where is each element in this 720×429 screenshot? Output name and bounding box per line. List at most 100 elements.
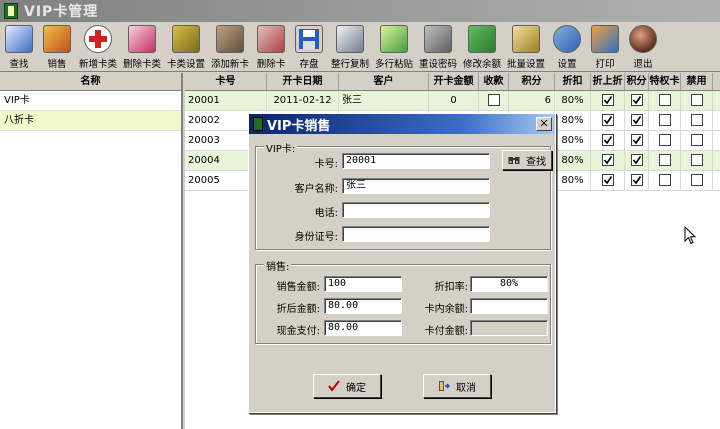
sale-amount-input[interactable]: 100 [324,276,402,292]
column-header[interactable]: 积分 [625,73,649,90]
checkbox-checked[interactable] [601,114,614,126]
toolbar-button-label: 重设密码 [418,59,457,70]
checkbox[interactable] [658,174,671,186]
cancel-button[interactable]: 取消 [423,374,491,398]
printer-chart-icon [591,25,619,53]
checkbox[interactable] [690,134,703,146]
checkbox-cell [649,91,681,110]
column-header[interactable]: 积分 [509,73,555,90]
toolbar-button[interactable]: 重设密码 [416,22,460,72]
card-balance-input[interactable] [470,298,548,314]
checkbox[interactable] [487,94,500,106]
check-icon [603,176,612,185]
cell-discount[interactable]: 80% [555,91,591,110]
discount-rate-label: 折扣率: [434,282,468,293]
cell-discount[interactable]: 80% [555,151,591,170]
cell-discount[interactable]: 80% [555,111,591,130]
app-icon [4,3,18,19]
toolbar-button[interactable]: 卡类设置 [164,22,208,72]
grid-header: 卡号 开卡日期 客户 开卡金额 收款 积分 折扣 折上折 积分 特权卡 禁用 [185,73,720,91]
toolbar-button[interactable]: 打印 [586,22,624,72]
discounted-amount-input[interactable]: 80.00 [324,298,402,314]
toolbar-button[interactable]: 批量设置 [504,22,548,72]
checkbox-checked[interactable] [601,154,614,166]
checkbox-cell [591,151,625,170]
cell-discount[interactable]: 80% [555,131,591,150]
column-header[interactable]: 特权卡 [649,73,681,90]
checkbox[interactable] [658,114,671,126]
checkbox[interactable] [690,94,703,106]
id-number-input[interactable] [342,226,490,242]
column-header[interactable]: 开卡金额 [429,73,479,90]
toolbar-button[interactable]: 新增卡类 [76,22,120,72]
checkbox-cell [625,111,649,130]
toolbar-button-label: 整行复制 [330,59,369,70]
checkbox[interactable] [690,174,703,186]
column-header[interactable]: 客户 [339,73,429,90]
checkbox[interactable] [658,154,671,166]
toolbar-button[interactable]: 销售 [38,22,76,72]
phone-input[interactable] [342,202,490,218]
customer-name-label: 客户名称: [294,184,338,195]
checkbox-cell [591,171,625,190]
toolbar-button[interactable]: 整行复制 [328,22,372,72]
column-header[interactable]: 开卡日期 [267,73,339,90]
column-header[interactable]: 收款 [479,73,509,90]
column-header[interactable]: 折上折 [591,73,625,90]
id-number-label: 身份证号: [294,232,338,243]
toolbar-button[interactable]: 删除卡类 [120,22,164,72]
cash-payment-input[interactable]: 80.00 [324,320,402,336]
binoculars-icon [508,154,520,166]
sale-group: 销售: 销售金额: 100 折扣率: 80% 折后金额: 80.00 卡内余额:… [255,258,551,344]
card-no-input[interactable]: 20001 [342,153,490,169]
card-no-label: 卡号: [314,159,338,170]
card-balance-label: 卡内余额: [424,304,468,315]
dialog-title: VIP卡销售 [267,118,331,134]
checkbox-checked[interactable] [630,114,643,126]
cell-card-no[interactable]: 20001 [185,91,267,110]
checkbox-checked[interactable] [601,174,614,186]
column-header[interactable]: 折扣 [555,73,591,90]
checkbox-checked[interactable] [630,134,643,146]
toolbar-button-label: 设置 [557,59,577,70]
toolbar-button[interactable]: 删除卡 [252,22,290,72]
card-type-item-selected[interactable]: 八折卡 [0,111,181,131]
toolbar-button[interactable]: 多行粘贴 [372,22,416,72]
discount-rate-input[interactable]: 80% [470,276,548,292]
check-icon [632,156,641,165]
cell-amount[interactable]: 0 [429,91,479,110]
checkbox[interactable] [658,134,671,146]
checkbox[interactable] [690,114,703,126]
column-header[interactable]: 禁用 [681,73,713,90]
cell-customer[interactable]: 张三 [339,91,429,110]
sale-group-title: 销售: [264,258,292,273]
checkbox-cell [625,151,649,170]
checkbox-checked[interactable] [601,94,614,106]
toolbar-button[interactable]: 添加新卡 [208,22,252,72]
table-row[interactable]: 20001 2011-02-12 张三 0 6 80% [185,91,720,111]
dialog-close-button[interactable]: ✕ [536,117,552,131]
people-icon [43,25,71,53]
find-button[interactable]: 查找 [502,150,552,170]
card-type-item[interactable]: VIP卡 [0,91,181,111]
cell-discount[interactable]: 80% [555,171,591,190]
ok-button[interactable]: 确定 [313,374,381,398]
add-card-icon [216,25,244,53]
customer-name-input[interactable]: 张三 [342,178,490,194]
toolbar-button[interactable]: 退出 [624,22,662,72]
checkbox-checked[interactable] [630,154,643,166]
checkbox-checked[interactable] [630,174,643,186]
checkbox[interactable] [690,154,703,166]
cell-date[interactable]: 2011-02-12 [267,91,339,110]
cell-points[interactable]: 6 [509,91,555,110]
checkbox-checked[interactable] [601,134,614,146]
toolbar-button[interactable]: 修改余额 [460,22,504,72]
toolbar-button[interactable]: 存盘 [290,22,328,72]
checkbox-checked[interactable] [630,94,643,106]
toolbar-button[interactable]: 设置 [548,22,586,72]
checkbox[interactable] [658,94,671,106]
toolbar-button[interactable]: 查找 [0,22,38,72]
checkbox-cell [625,131,649,150]
column-header[interactable]: 卡号 [185,73,267,90]
checkbox-cell [681,111,713,130]
